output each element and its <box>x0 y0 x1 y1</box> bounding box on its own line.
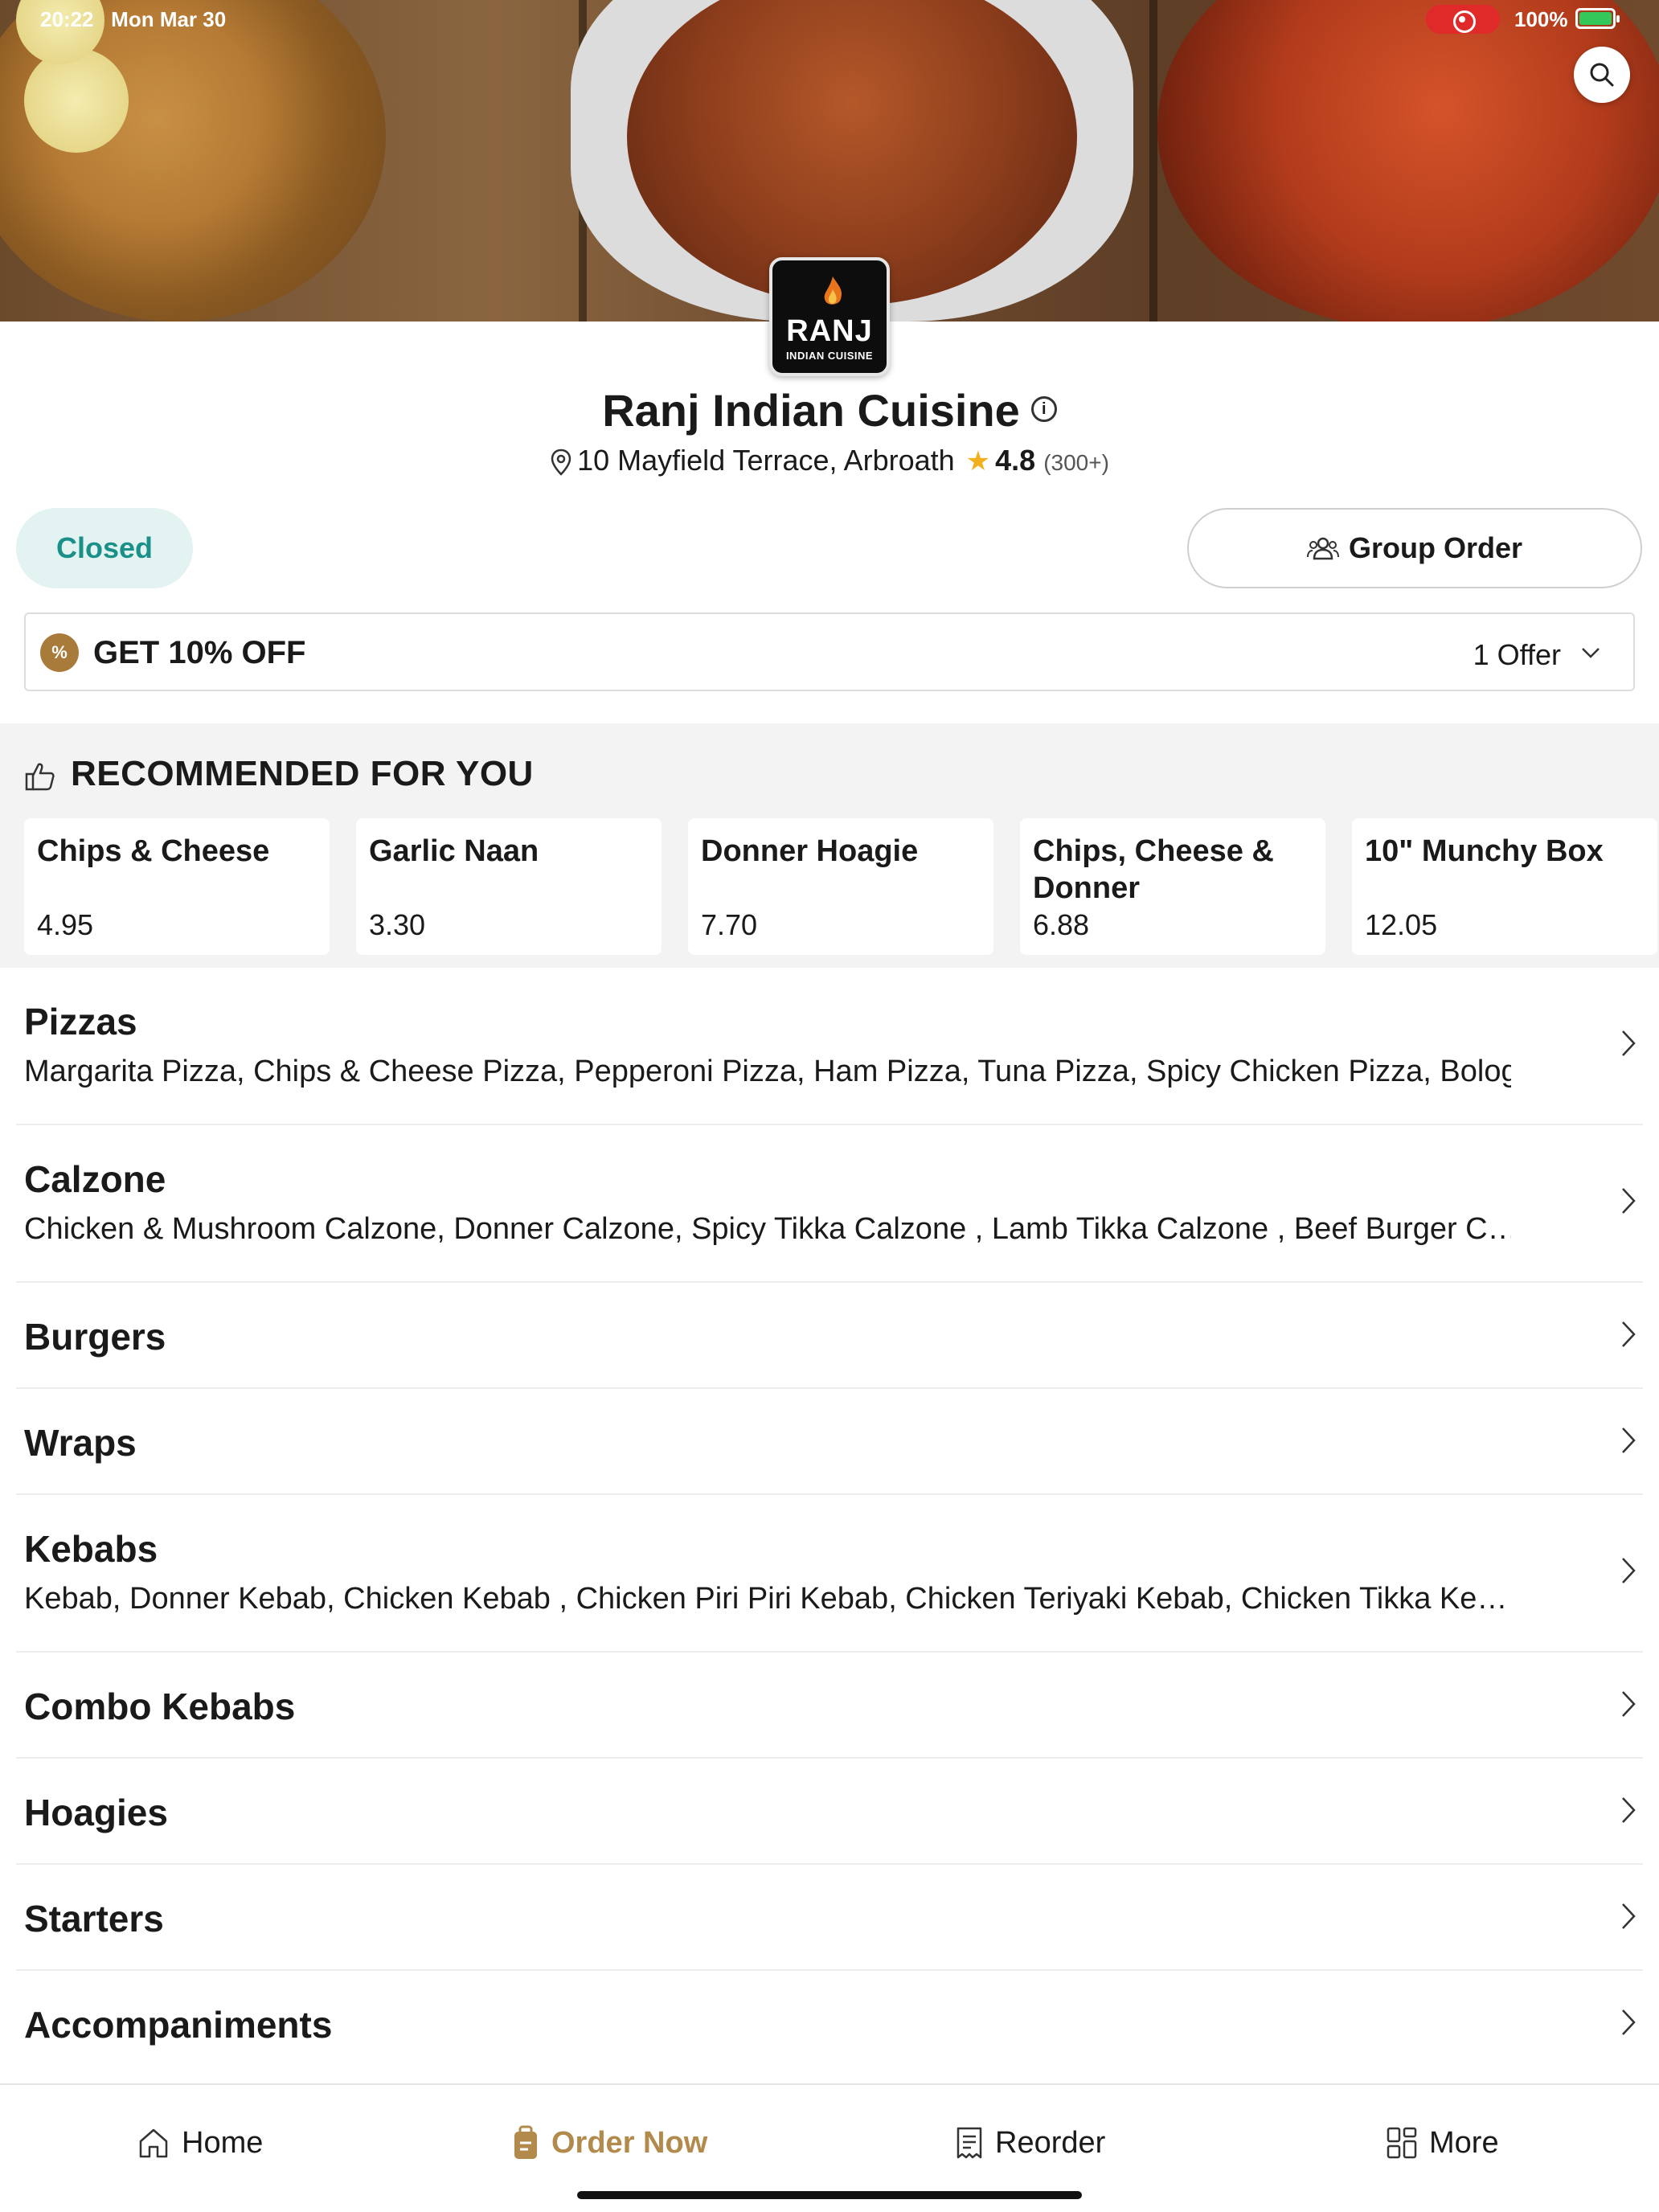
chevron-right-icon <box>1622 1030 1636 1056</box>
curry-bowl <box>1157 0 1659 322</box>
item-name: Garlic Naan <box>369 834 539 868</box>
chevron-right-icon <box>1622 1558 1636 1583</box>
category-title: Calzone <box>24 1158 166 1200</box>
group-icon <box>1306 537 1339 560</box>
thumbs-up-icon <box>25 763 55 791</box>
tab-order-now[interactable]: Order Now <box>511 2117 707 2169</box>
category-row-combo-kebabs[interactable]: Combo Kebabs <box>16 1653 1643 1759</box>
recommended-item[interactable]: 10" Munchy Box 12.05 <box>1352 818 1657 955</box>
offer-count: 1 Offer <box>1473 638 1561 671</box>
status-time: 20:22 <box>40 7 94 31</box>
home-icon <box>139 2128 168 2158</box>
bottom-tab-bar: Home Order Now Reorder More <box>0 2083 1659 2212</box>
tab-more[interactable]: More <box>1386 2117 1499 2169</box>
restaurant-name: Ranj Indian Cuisine <box>602 385 1020 436</box>
tab-label: Order Now <box>551 2125 708 2160</box>
chevron-right-icon <box>1622 1188 1636 1214</box>
category-title: Pizzas <box>24 1001 137 1043</box>
info-icon[interactable]: i <box>1030 396 1057 423</box>
chevron-right-icon <box>1622 1428 1636 1453</box>
star-icon: ★ <box>965 446 991 477</box>
restaurant-logo: RANJ INDIAN CUISINE <box>769 257 890 376</box>
tab-reorder[interactable]: Reorder <box>955 2117 1105 2169</box>
chevron-right-icon <box>1622 1321 1636 1347</box>
screen-record-icon <box>1426 5 1500 34</box>
item-price: 4.95 <box>37 908 94 941</box>
category-title: Kebabs <box>24 1528 158 1570</box>
category-title: Hoagies <box>24 1792 168 1833</box>
category-title: Wraps <box>24 1422 137 1464</box>
category-row-calzone[interactable]: Calzone Chicken & Mushroom Calzone, Donn… <box>16 1125 1643 1283</box>
category-row-starters[interactable]: Starters <box>16 1865 1643 1971</box>
category-title: Combo Kebabs <box>24 1686 296 1727</box>
receipt-icon <box>956 2127 982 2159</box>
rating-value: 4.8 <box>995 444 1036 477</box>
grid-icon <box>1387 2127 1417 2159</box>
item-price: 3.30 <box>369 908 426 941</box>
battery-icon <box>1575 8 1620 29</box>
category-row-wraps[interactable]: Wraps <box>16 1389 1643 1495</box>
recommended-item[interactable]: Chips & Cheese 4.95 <box>24 818 330 955</box>
offer-banner[interactable]: % GET 10% OFF 1 Offer <box>24 612 1635 691</box>
lemon-slice <box>24 48 129 153</box>
status-bar: 20:22 Mon Mar 30 100% <box>0 0 1659 39</box>
offer-title: GET 10% OFF <box>93 635 306 670</box>
restaurant-address: 10 Mayfield Terrace, Arbroath <box>577 444 955 477</box>
restaurant-meta: 10 Mayfield Terrace, Arbroath ★ 4.8 (300+) <box>0 444 1659 477</box>
recommended-item[interactable]: Garlic Naan 3.30 <box>356 818 662 955</box>
status-date: Mon Mar 30 <box>111 7 227 31</box>
item-price: 12.05 <box>1365 908 1438 941</box>
search-icon <box>1590 63 1614 87</box>
category-row-kebabs[interactable]: Kebabs Kebab, Donner Kebab, Chicken Keba… <box>16 1495 1643 1653</box>
category-desc: Chicken & Mushroom Calzone, Donner Calzo… <box>24 1212 1511 1246</box>
tab-home[interactable]: Home <box>137 2117 263 2169</box>
chevron-down-icon <box>1582 648 1600 658</box>
rating-count: (300+) <box>1043 450 1109 475</box>
discount-badge-icon: % <box>40 633 79 672</box>
order-bag-icon <box>514 2125 537 2159</box>
battery-percent: 100% <box>1514 7 1568 31</box>
group-order-button[interactable]: Group Order <box>1187 508 1642 588</box>
chevron-right-icon <box>1622 1903 1636 1929</box>
tab-label: Reorder <box>995 2125 1106 2160</box>
flame-logo-icon <box>824 276 842 305</box>
logo-text: RANJ <box>786 314 873 348</box>
item-price: 7.70 <box>701 908 758 941</box>
chevron-right-icon <box>1622 1797 1636 1823</box>
category-desc: Margarita Pizza, Chips & Cheese Pizza, P… <box>24 1055 1511 1088</box>
category-row-burgers[interactable]: Burgers <box>16 1283 1643 1389</box>
status-badge: Closed <box>16 508 193 588</box>
logo-subtext: INDIAN CUISINE <box>785 350 874 362</box>
category-title: Accompaniments <box>24 2004 333 2046</box>
item-name: Donner Hoagie <box>701 834 919 868</box>
category-row-pizzas[interactable]: Pizzas Margarita Pizza, Chips & Cheese P… <box>16 968 1643 1125</box>
category-title: Burgers <box>24 1316 166 1358</box>
tab-label: Home <box>182 2125 264 2160</box>
recommended-title: RECOMMENDED FOR YOU <box>71 754 534 793</box>
item-price: 6.88 <box>1033 908 1090 941</box>
category-title: Starters <box>24 1898 164 1940</box>
home-indicator[interactable] <box>577 2191 1082 2199</box>
chevron-right-icon <box>1622 1691 1636 1717</box>
recommended-item[interactable]: Donner Hoagie 7.70 <box>688 818 993 955</box>
item-name: Chips, Cheese & Donner <box>1033 834 1274 905</box>
group-order-label: Group Order <box>1348 531 1523 564</box>
category-desc: Kebab, Donner Kebab, Chicken Kebab , Chi… <box>24 1582 1508 1616</box>
recommended-section: RECOMMENDED FOR YOU Chips & Cheese 4.95 … <box>0 723 1659 968</box>
item-name: Chips & Cheese <box>37 834 270 868</box>
category-row-hoagies[interactable]: Hoagies <box>16 1759 1643 1865</box>
wood-plank <box>1149 0 1157 322</box>
recommended-item[interactable]: Chips, Cheese & Donner 6.88 <box>1020 818 1325 955</box>
category-row-accompaniments[interactable]: Accompaniments <box>16 1971 1643 2077</box>
chevron-right-icon <box>1622 2009 1636 2035</box>
restaurant-title: Ranj Indian Cuisine i <box>0 384 1659 436</box>
location-pin-icon <box>551 449 571 477</box>
tab-label: More <box>1429 2125 1499 2160</box>
search-button[interactable] <box>1574 47 1630 103</box>
item-name: 10" Munchy Box <box>1365 834 1604 868</box>
